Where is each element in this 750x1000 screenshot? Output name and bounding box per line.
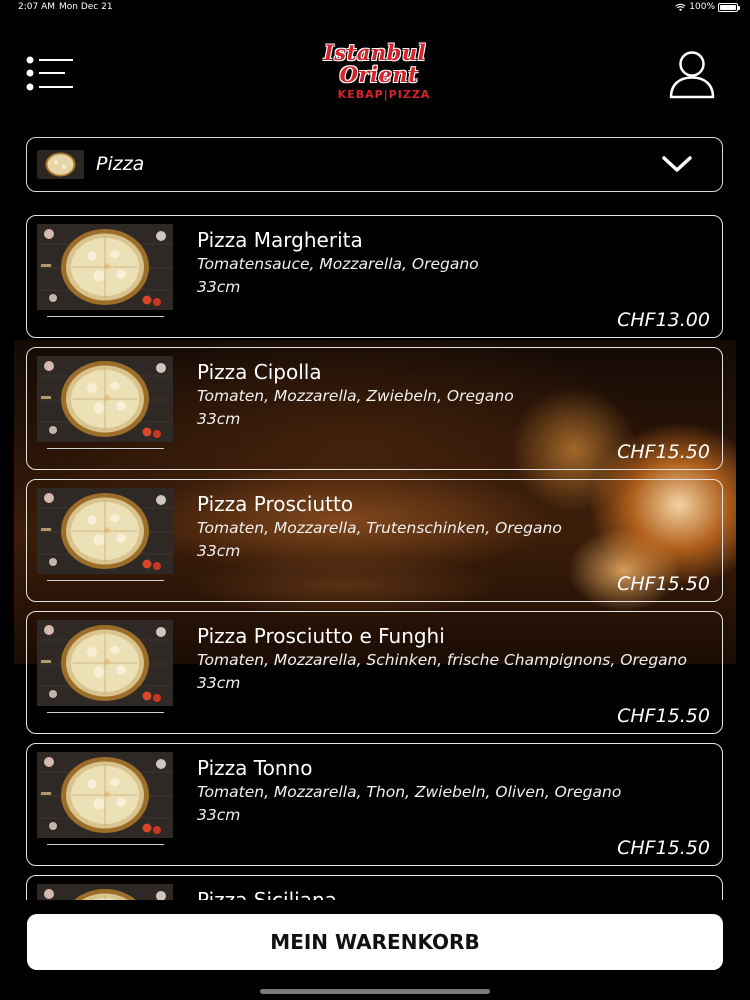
category-selected-label: Pizza [96,153,145,175]
item-size: 33cm [197,542,241,560]
item-size: 33cm [197,674,241,692]
item-price: CHF13.00 [617,309,710,331]
item-price: CHF15.50 [617,705,710,727]
pizza-image [37,356,173,442]
menu-item[interactable]: Pizza Cipolla Tomaten, Mozzarella, Zwiebe… [26,347,723,470]
menu-icon[interactable] [25,55,75,93]
user-icon[interactable] [668,48,716,100]
status-time: 2:07 AM [18,2,55,12]
home-indicator [260,989,490,994]
pizza-image [37,752,173,838]
item-name: Pizza Cipolla [197,360,322,384]
battery-icon [718,2,740,12]
menu-list[interactable]: Pizza Margherita Tomatensauce, Mozzarella… [0,212,750,900]
logo-text-line1: Istanbul [323,40,427,65]
menu-item[interactable]: Pizza Prosciutto e Funghi Tomaten, Mozzar… [26,611,723,734]
item-description: Tomaten, Mozzarella, Thon, Zwiebeln, Oli… [197,783,622,801]
pizza-image [37,884,173,900]
item-description: Tomaten, Mozzarella, Trutenschinken, Ore… [197,519,562,537]
wifi-icon [675,3,686,11]
item-name: Pizza Prosciutto [197,492,354,516]
menu-item[interactable]: Pizza Tonno Tomaten, Mozzarella, Thon, Zw… [26,743,723,866]
menu-item[interactable]: Pizza Prosciutto Tomaten, Mozzarella, Tru… [26,479,723,602]
item-price: CHF15.50 [617,837,710,859]
menu-item[interactable]: Pizza Siciliana [26,875,723,900]
logo-subtitle: KEBAP|PIZZA [337,88,431,101]
thumbnail-underline [47,844,164,845]
item-name: Pizza Tonno [197,756,313,780]
item-description: Tomaten, Mozzarella, Zwiebeln, Oregano [197,387,514,405]
item-name: Pizza Siciliana [197,888,337,900]
category-dropdown[interactable]: Pizza [26,137,723,192]
item-size: 33cm [197,806,241,824]
item-size: 33cm [197,410,241,428]
logo-text-line2: Orient [339,62,419,87]
item-name: Pizza Prosciutto e Funghi [197,624,445,648]
category-thumbnail [37,150,84,179]
item-price: CHF15.50 [617,573,710,595]
status-indicators: 100% [675,2,740,12]
logo: Istanbul Orient KEBAP|PIZZA [300,42,450,110]
status-bar: 2:07 AM Mon Dec 21 100% [0,0,750,16]
item-description: Tomaten, Mozzarella, Schinken, frische C… [197,651,687,669]
thumbnail-underline [47,448,164,449]
thumbnail-underline [47,712,164,713]
status-date: Mon Dec 21 [59,2,113,12]
item-price: CHF15.50 [617,441,710,463]
thumbnail-underline [47,316,164,317]
battery-percent: 100% [689,2,715,12]
pizza-image [37,488,173,574]
cart-button[interactable]: MEIN WARENKORB [27,914,723,970]
thumbnail-underline [47,580,164,581]
menu-item[interactable]: Pizza Margherita Tomatensauce, Mozzarella… [26,215,723,338]
chevron-down-icon [662,156,692,172]
pizza-image [37,620,173,706]
item-name: Pizza Margherita [197,228,363,252]
item-description: Tomatensauce, Mozzarella, Oregano [197,255,479,273]
pizza-image [37,224,173,310]
item-size: 33cm [197,278,241,296]
